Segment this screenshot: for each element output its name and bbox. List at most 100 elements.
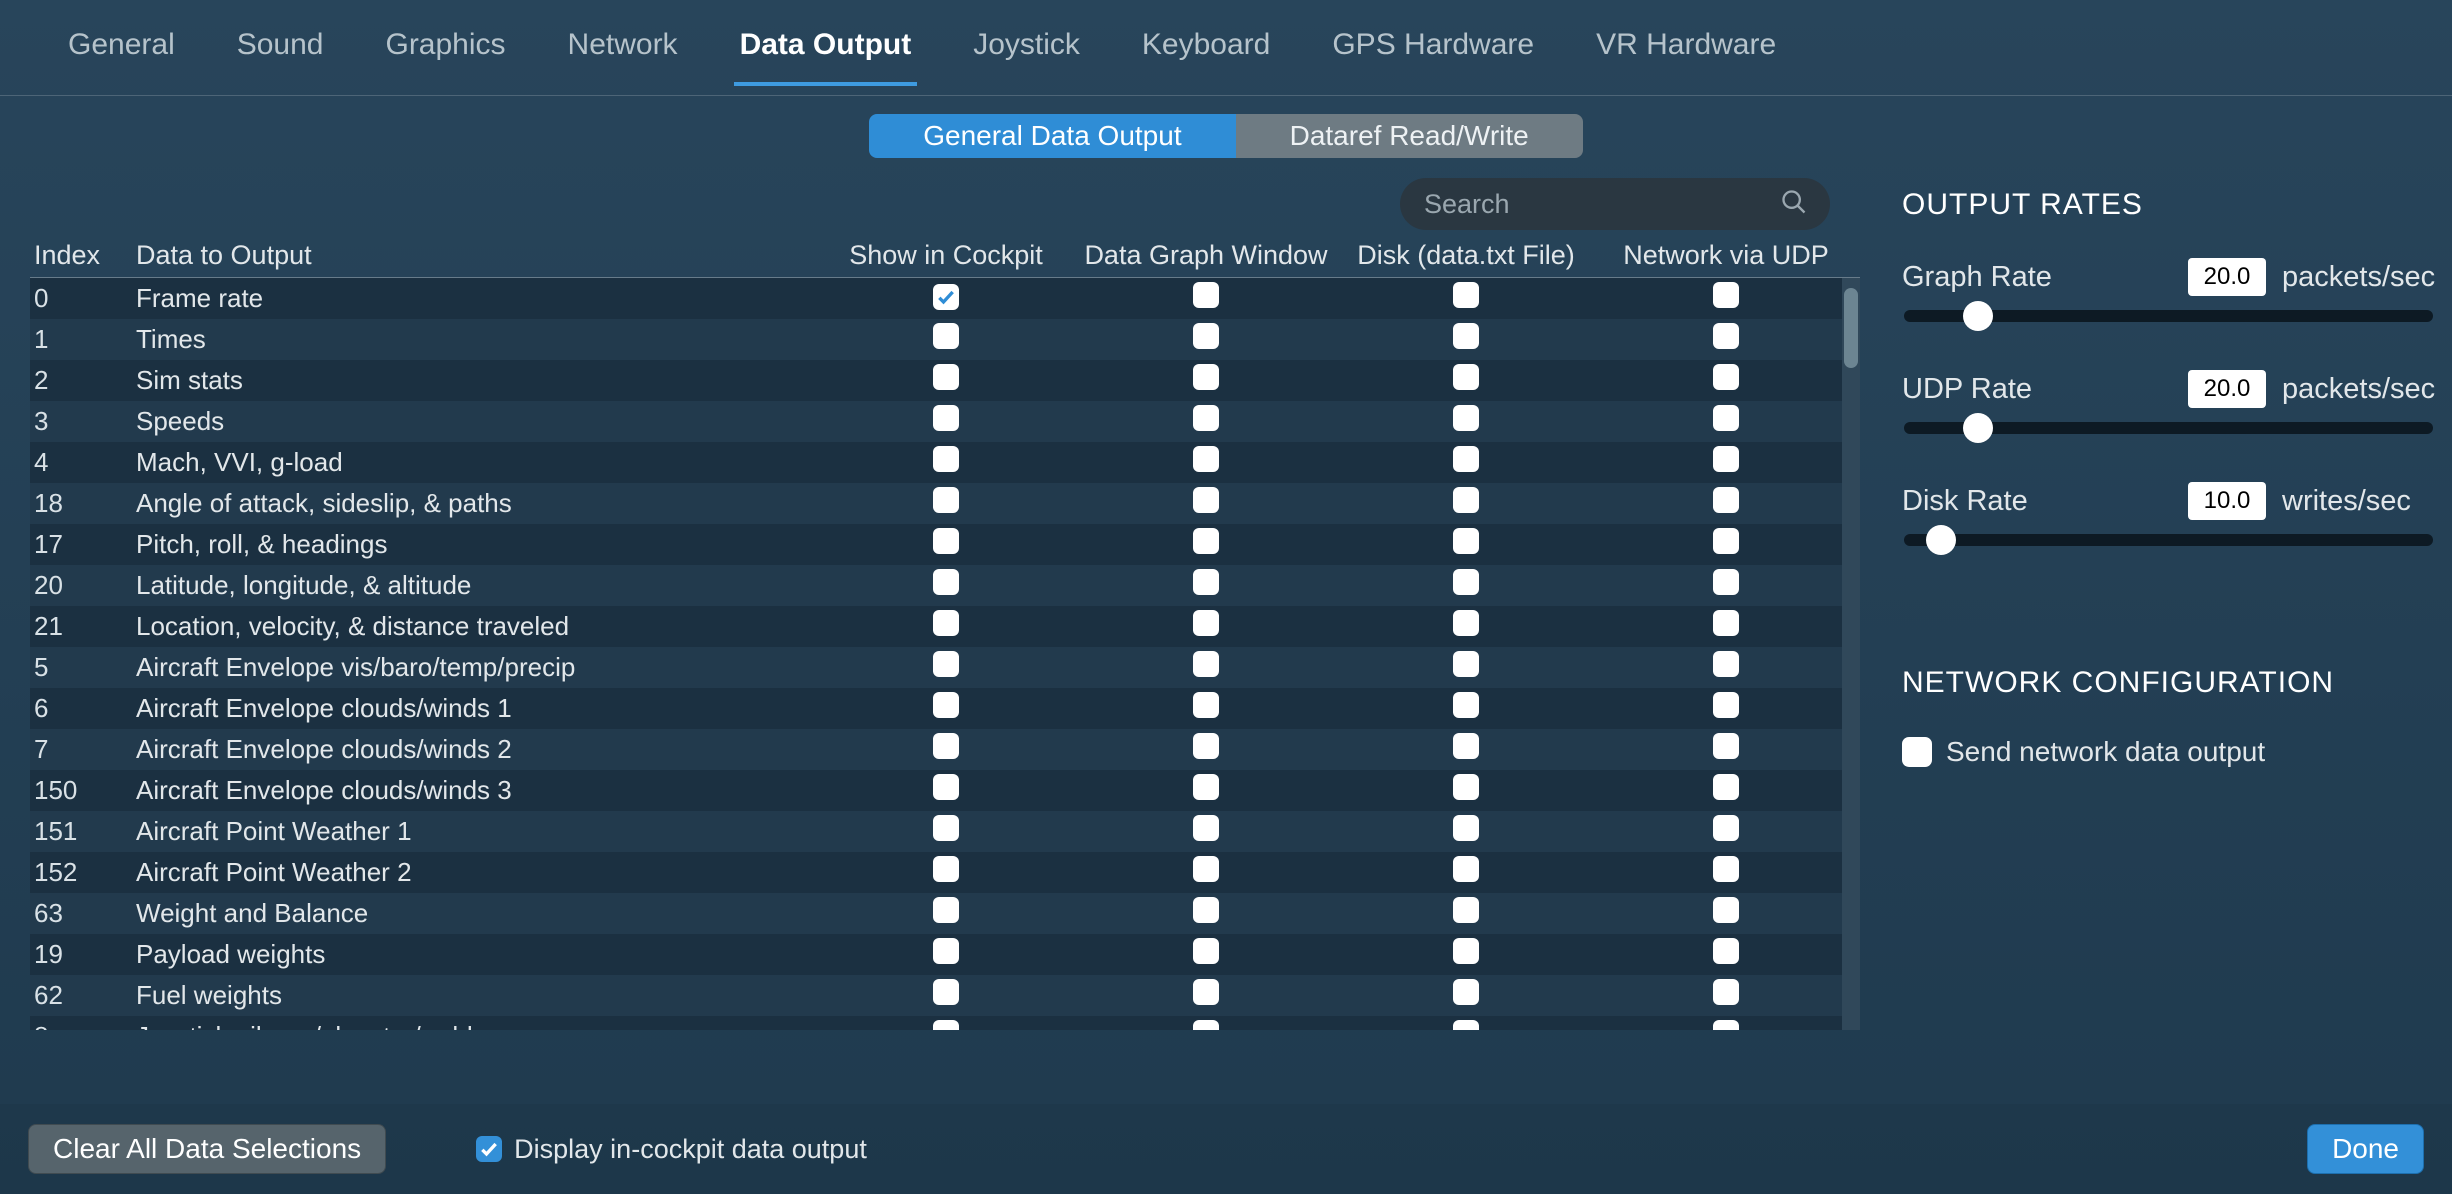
checkbox-graph[interactable]: [1193, 405, 1219, 431]
subtab-dataref-read-write[interactable]: Dataref Read/Write: [1236, 114, 1583, 158]
tab-general[interactable]: General: [62, 28, 181, 82]
checkbox-cockpit[interactable]: [933, 446, 959, 472]
checkbox-cockpit[interactable]: [933, 938, 959, 964]
table-row[interactable]: 150Aircraft Envelope clouds/winds 3: [30, 770, 1860, 811]
graph-rate-input[interactable]: [2188, 258, 2266, 296]
checkbox-cockpit[interactable]: [933, 733, 959, 759]
table-row[interactable]: 151Aircraft Point Weather 1: [30, 811, 1860, 852]
tab-graphics[interactable]: Graphics: [379, 28, 511, 82]
checkbox-graph[interactable]: [1193, 897, 1219, 923]
checkbox-cockpit[interactable]: [933, 856, 959, 882]
tab-joystick[interactable]: Joystick: [967, 28, 1086, 82]
tab-data-output[interactable]: Data Output: [734, 28, 918, 86]
table-row[interactable]: 63Weight and Balance: [30, 893, 1860, 934]
checkbox-disk[interactable]: [1453, 610, 1479, 636]
checkbox-cockpit[interactable]: [933, 487, 959, 513]
tab-keyboard[interactable]: Keyboard: [1136, 28, 1276, 82]
checkbox-cockpit[interactable]: [933, 774, 959, 800]
tab-gps-hardware[interactable]: GPS Hardware: [1326, 28, 1540, 82]
udp-rate-input[interactable]: [2188, 370, 2266, 408]
graph-rate-slider[interactable]: [1904, 310, 2433, 322]
checkbox-graph[interactable]: [1193, 282, 1219, 308]
checkbox-disk[interactable]: [1453, 487, 1479, 513]
checkbox-disk[interactable]: [1453, 323, 1479, 349]
checkbox-disk[interactable]: [1453, 897, 1479, 923]
checkbox-graph[interactable]: [1193, 528, 1219, 554]
checkbox-cockpit[interactable]: [933, 528, 959, 554]
checkbox-cockpit[interactable]: [933, 897, 959, 923]
disk-rate-input[interactable]: [2188, 482, 2266, 520]
checkbox-cockpit[interactable]: [933, 569, 959, 595]
table-row[interactable]: 0Frame rate: [30, 278, 1860, 319]
checkbox-udp[interactable]: [1713, 282, 1739, 308]
checkbox-udp[interactable]: [1713, 733, 1739, 759]
checkbox-graph[interactable]: [1193, 446, 1219, 472]
checkbox-udp[interactable]: [1713, 446, 1739, 472]
checkbox-cockpit[interactable]: [933, 284, 959, 310]
checkbox-graph[interactable]: [1193, 610, 1219, 636]
checkbox-disk[interactable]: [1453, 446, 1479, 472]
checkbox-disk[interactable]: [1453, 733, 1479, 759]
subtab-general-data-output[interactable]: General Data Output: [869, 114, 1235, 158]
checkbox-graph[interactable]: [1193, 938, 1219, 964]
search-box[interactable]: [1400, 178, 1830, 230]
table-row[interactable]: 21Location, velocity, & distance travele…: [30, 606, 1860, 647]
tab-network[interactable]: Network: [562, 28, 684, 82]
checkbox-disk[interactable]: [1453, 856, 1479, 882]
checkbox-udp[interactable]: [1713, 897, 1739, 923]
checkbox-graph[interactable]: [1193, 856, 1219, 882]
display-cockpit-row[interactable]: Display in-cockpit data output: [476, 1134, 867, 1165]
checkbox-cockpit[interactable]: [933, 610, 959, 636]
checkbox-disk[interactable]: [1453, 569, 1479, 595]
table-row[interactable]: 17Pitch, roll, & headings: [30, 524, 1860, 565]
checkbox-disk[interactable]: [1453, 282, 1479, 308]
scrollbar-track[interactable]: [1842, 278, 1860, 1030]
search-input[interactable]: [1422, 188, 1780, 221]
checkbox-disk[interactable]: [1453, 405, 1479, 431]
checkbox-cockpit[interactable]: [933, 405, 959, 431]
table-row[interactable]: 3Speeds: [30, 401, 1860, 442]
checkbox-disk[interactable]: [1453, 1020, 1479, 1030]
tab-sound[interactable]: Sound: [231, 28, 330, 82]
checkbox-cockpit[interactable]: [933, 323, 959, 349]
send-network-checkbox[interactable]: [1902, 737, 1932, 767]
table-row[interactable]: 5Aircraft Envelope vis/baro/temp/precip: [30, 647, 1860, 688]
graph-rate-slider-thumb[interactable]: [1963, 301, 1993, 331]
checkbox-graph[interactable]: [1193, 815, 1219, 841]
scrollbar-thumb[interactable]: [1844, 288, 1858, 368]
checkbox-graph[interactable]: [1193, 364, 1219, 390]
disk-rate-slider[interactable]: [1904, 534, 2433, 546]
checkbox-disk[interactable]: [1453, 651, 1479, 677]
table-row[interactable]: 18Angle of attack, sideslip, & paths: [30, 483, 1860, 524]
checkbox-graph[interactable]: [1193, 774, 1219, 800]
table-row[interactable]: 4Mach, VVI, g-load: [30, 442, 1860, 483]
checkbox-udp[interactable]: [1713, 856, 1739, 882]
display-cockpit-checkbox[interactable]: [476, 1136, 502, 1162]
table-row[interactable]: 152Aircraft Point Weather 2: [30, 852, 1860, 893]
checkbox-udp[interactable]: [1713, 610, 1739, 636]
checkbox-cockpit[interactable]: [933, 692, 959, 718]
checkbox-cockpit[interactable]: [933, 1020, 959, 1030]
table-row[interactable]: 8Joystick aileron/elevator/rudder: [30, 1016, 1860, 1030]
checkbox-udp[interactable]: [1713, 651, 1739, 677]
checkbox-udp[interactable]: [1713, 528, 1739, 554]
send-network-data-row[interactable]: Send network data output: [1902, 736, 2435, 768]
checkbox-disk[interactable]: [1453, 528, 1479, 554]
checkbox-disk[interactable]: [1453, 979, 1479, 1005]
checkbox-graph[interactable]: [1193, 692, 1219, 718]
clear-all-button[interactable]: Clear All Data Selections: [28, 1124, 386, 1174]
table-row[interactable]: 7Aircraft Envelope clouds/winds 2: [30, 729, 1860, 770]
checkbox-udp[interactable]: [1713, 323, 1739, 349]
checkbox-udp[interactable]: [1713, 979, 1739, 1005]
checkbox-disk[interactable]: [1453, 938, 1479, 964]
checkbox-cockpit[interactable]: [933, 651, 959, 677]
checkbox-disk[interactable]: [1453, 815, 1479, 841]
checkbox-disk[interactable]: [1453, 774, 1479, 800]
table-row[interactable]: 6Aircraft Envelope clouds/winds 1: [30, 688, 1860, 729]
table-row[interactable]: 2Sim stats: [30, 360, 1860, 401]
checkbox-graph[interactable]: [1193, 1020, 1219, 1030]
checkbox-udp[interactable]: [1713, 938, 1739, 964]
table-row[interactable]: 1Times: [30, 319, 1860, 360]
checkbox-disk[interactable]: [1453, 364, 1479, 390]
checkbox-graph[interactable]: [1193, 979, 1219, 1005]
